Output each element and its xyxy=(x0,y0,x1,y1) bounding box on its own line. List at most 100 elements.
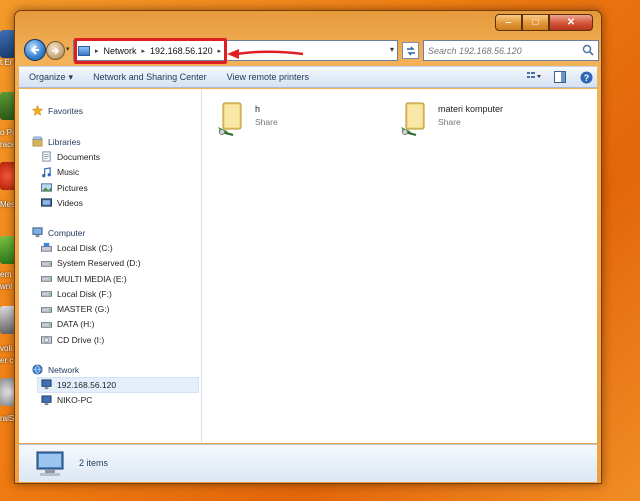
nav-label: NIKO-PC xyxy=(57,395,93,406)
drive-icon xyxy=(41,291,52,298)
view-remote-printers-button[interactable]: View remote printers xyxy=(217,67,319,87)
search-input[interactable] xyxy=(424,41,574,60)
refresh-icon xyxy=(406,46,415,55)
preview-pane-button[interactable] xyxy=(553,70,567,84)
nav-item-cd-drive[interactable]: CD Drive (I:) xyxy=(19,332,201,347)
search-box[interactable] xyxy=(423,40,599,61)
file-type: Share xyxy=(438,117,461,127)
nav-item-drive[interactable]: MULTI MEDIA (E:) xyxy=(19,271,201,286)
svg-text:?: ? xyxy=(583,73,589,83)
nav-label: Documents xyxy=(57,151,100,162)
view-options-icon xyxy=(527,72,541,78)
nav-label: DATA (H:) xyxy=(57,319,95,330)
close-button[interactable]: ✕ xyxy=(549,14,593,31)
desktop-shortcut-label: voli xyxy=(0,344,13,353)
minimize-icon: – xyxy=(505,17,512,28)
network-computer-icon xyxy=(41,379,52,390)
network-sharing-center-button[interactable]: Network and Sharing Center xyxy=(83,67,217,87)
windows-drive-icon xyxy=(41,243,52,253)
nav-label: MASTER (G:) xyxy=(57,304,110,315)
annotation-arrow-icon xyxy=(227,49,304,59)
computer-icon xyxy=(32,227,43,238)
content-area: Favorites Libraries Documents Music Pict… xyxy=(19,89,597,443)
star-icon xyxy=(32,105,43,117)
drive-icon xyxy=(41,276,52,282)
desktop-shortcut-label: ern xyxy=(0,270,12,279)
chevron-down-icon[interactable]: ▾ xyxy=(390,45,394,54)
forward-button[interactable] xyxy=(46,41,65,60)
view-controls: ? xyxy=(527,70,593,84)
nav-item-network-host[interactable]: NIKO-PC xyxy=(19,393,201,408)
navigation-row: ▾ ▸ Network ▸ 192.168.56.120 ▸ ▾ xyxy=(19,37,599,65)
nav-label: Network xyxy=(48,364,80,375)
nav-favorites-group: Favorites xyxy=(19,103,201,118)
recent-pages-dropdown[interactable]: ▾ xyxy=(66,45,70,53)
desktop-shortcut-label: ralS xyxy=(0,414,15,423)
view-remote-printers-label: View remote printers xyxy=(226,72,309,82)
file-name: h xyxy=(255,104,261,114)
details-pane: 2 items xyxy=(19,444,597,482)
drive-icon xyxy=(41,306,52,313)
nav-libraries-group: Libraries Documents Music Pictures Video… xyxy=(19,134,201,210)
organize-label: Organize xyxy=(29,72,66,82)
nav-item-drive[interactable]: System Reserved (D:) xyxy=(19,256,201,271)
file-name: materi komputer xyxy=(438,104,504,114)
cd-drive-icon xyxy=(41,336,52,344)
network-computer-icon xyxy=(41,395,52,405)
videos-icon xyxy=(41,198,52,207)
nav-item-music[interactable]: Music xyxy=(19,165,201,180)
change-view-button[interactable] xyxy=(527,70,541,84)
nav-label: Local Disk (C:) xyxy=(57,242,113,253)
forward-arrow-icon xyxy=(51,46,59,55)
command-bar: Organize ▾ Network and Sharing Center Vi… xyxy=(19,66,597,88)
nav-label: 192.168.56.120 xyxy=(57,379,117,390)
network-sharing-center-label: Network and Sharing Center xyxy=(93,72,207,82)
documents-icon xyxy=(42,151,51,162)
nav-label: Music xyxy=(57,167,80,178)
desktop-shortcut-label: wnl xyxy=(0,282,13,291)
nav-item-drive[interactable]: MASTER (G:) xyxy=(19,301,201,316)
nav-item-computer[interactable]: Computer xyxy=(19,225,201,240)
nav-label: Libraries xyxy=(48,136,81,147)
nav-item-drive[interactable]: DATA (H:) xyxy=(19,317,201,332)
navigation-pane: Favorites Libraries Documents Music Pict… xyxy=(19,89,202,443)
maximize-button[interactable]: □ xyxy=(522,14,549,31)
minimize-button[interactable]: – xyxy=(495,14,522,31)
nav-item-favorites[interactable]: Favorites xyxy=(19,103,201,118)
network-computer-large-icon xyxy=(36,451,64,476)
help-button[interactable]: ? xyxy=(579,70,593,84)
nav-label: Favorites xyxy=(48,105,83,116)
refresh-button[interactable] xyxy=(402,42,419,59)
network-globe-icon xyxy=(32,364,43,375)
file-type: Share xyxy=(255,117,278,127)
caption-buttons: – □ ✕ xyxy=(495,14,593,31)
nav-item-drive[interactable]: Local Disk (F:) xyxy=(19,286,201,301)
nav-label: System Reserved (D:) xyxy=(57,258,141,269)
search-icon[interactable] xyxy=(582,44,594,56)
back-arrow-icon xyxy=(30,45,39,55)
nav-computer-group: Computer Local Disk (C:) System Reserved… xyxy=(19,225,201,347)
maximize-icon: □ xyxy=(532,17,539,28)
pictures-icon xyxy=(41,183,52,192)
nav-item-network-host-selected[interactable]: 192.168.56.120 xyxy=(37,377,199,393)
nav-item-pictures[interactable]: Pictures xyxy=(19,180,201,195)
nav-item-documents[interactable]: Documents xyxy=(19,149,201,164)
shared-folder-item[interactable]: h Share xyxy=(215,101,278,139)
nav-item-drive[interactable]: Local Disk (C:) xyxy=(19,240,201,255)
nav-item-network[interactable]: Network xyxy=(19,362,201,377)
drive-icon xyxy=(41,260,52,267)
back-button[interactable] xyxy=(24,39,46,61)
annotation-highlight-box xyxy=(74,38,227,64)
music-icon xyxy=(42,166,51,178)
chevron-down-icon: ▾ xyxy=(68,71,74,82)
nav-item-libraries[interactable]: Libraries xyxy=(19,134,201,149)
nav-network-group: Network 192.168.56.120 NIKO-PC xyxy=(19,362,201,408)
organize-button[interactable]: Organize ▾ xyxy=(19,67,83,87)
folder-share-icon xyxy=(218,102,242,136)
desktop-shortcut-label: t Er xyxy=(0,58,13,67)
explorer-window: – □ ✕ ▾ ▸ Network ▸ 192.168.56.120 ▸ ▾ S… xyxy=(14,10,602,484)
shared-folder-item[interactable]: materi komputer Share xyxy=(398,101,503,139)
nav-item-videos[interactable]: Videos xyxy=(19,195,201,210)
nav-label: CD Drive (I:) xyxy=(57,334,105,345)
drive-icon xyxy=(41,322,52,328)
